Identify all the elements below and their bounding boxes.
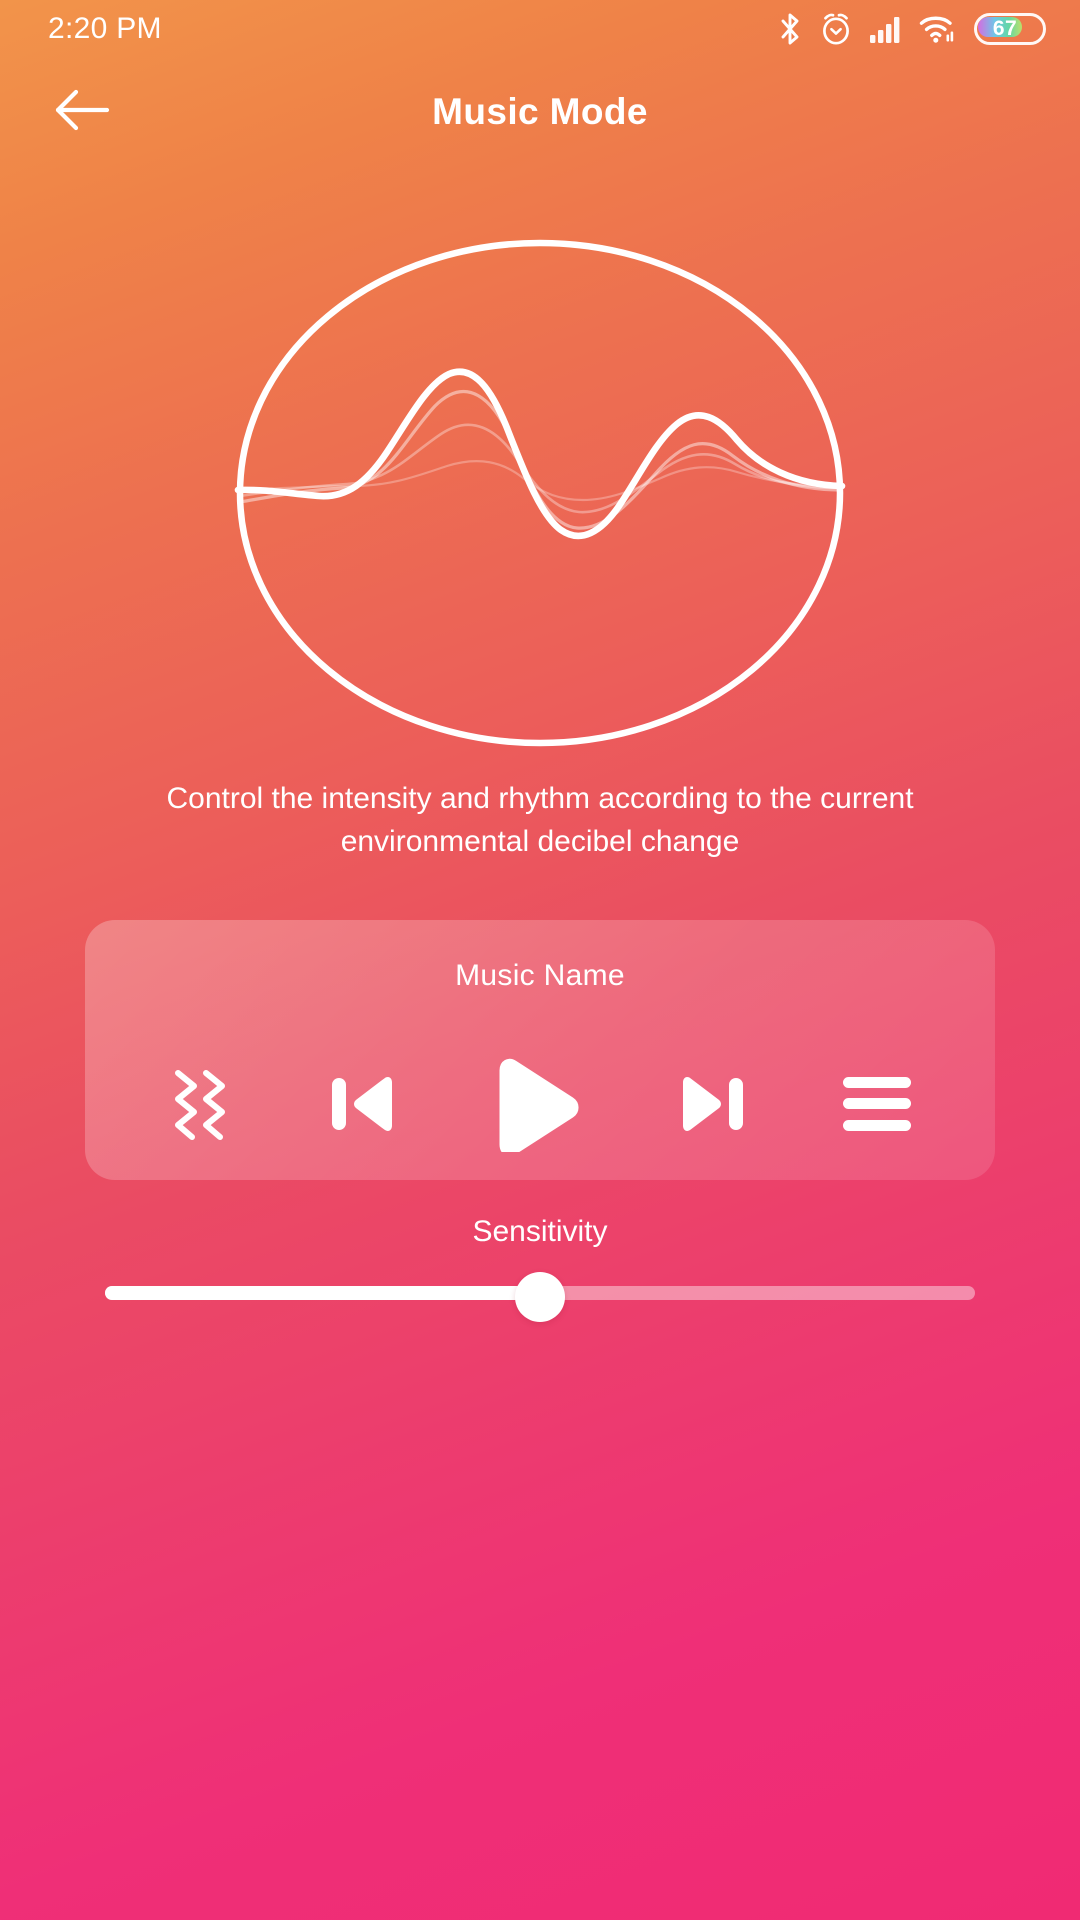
player-controls — [85, 1028, 995, 1180]
skip-previous-icon — [326, 1068, 400, 1140]
slider-track-active — [105, 1286, 540, 1300]
status-bar-clock: 2:20 PM — [48, 12, 162, 45]
mode-description: Control the intensity and rhythm accordi… — [166, 782, 914, 858]
status-bar: 2:20 PM 67 — [0, 0, 1080, 58]
page-title: Music Mode — [432, 91, 648, 132]
playlist-button[interactable] — [831, 1058, 923, 1150]
next-track-button[interactable] — [667, 1058, 757, 1150]
battery-icon: 67 — [974, 13, 1046, 45]
slider-thumb[interactable] — [515, 1272, 565, 1322]
sensitivity-label: Sensitivity — [472, 1215, 608, 1248]
sensitivity-slider[interactable] — [105, 1272, 975, 1322]
music-player-card: Music Name — [85, 920, 995, 1180]
alarm-icon — [819, 12, 853, 46]
vibration-icon — [170, 1067, 230, 1141]
previous-track-button[interactable] — [318, 1058, 408, 1150]
audio-waveform-circle-illustration — [234, 238, 846, 748]
play-icon — [491, 1056, 583, 1152]
cellular-signal-icon — [870, 15, 902, 43]
play-button[interactable] — [482, 1048, 592, 1160]
battery-percent-label: 67 — [992, 17, 1018, 40]
status-bar-icons: 67 — [778, 12, 1046, 46]
skip-next-icon — [675, 1068, 749, 1140]
bluetooth-icon — [778, 12, 802, 46]
vibrate-button[interactable] — [157, 1056, 243, 1152]
music-name-label: Music Name — [455, 959, 625, 992]
list-menu-icon — [841, 1075, 913, 1133]
wifi-icon — [919, 14, 957, 44]
app-header: Music Mode — [0, 58, 1080, 166]
